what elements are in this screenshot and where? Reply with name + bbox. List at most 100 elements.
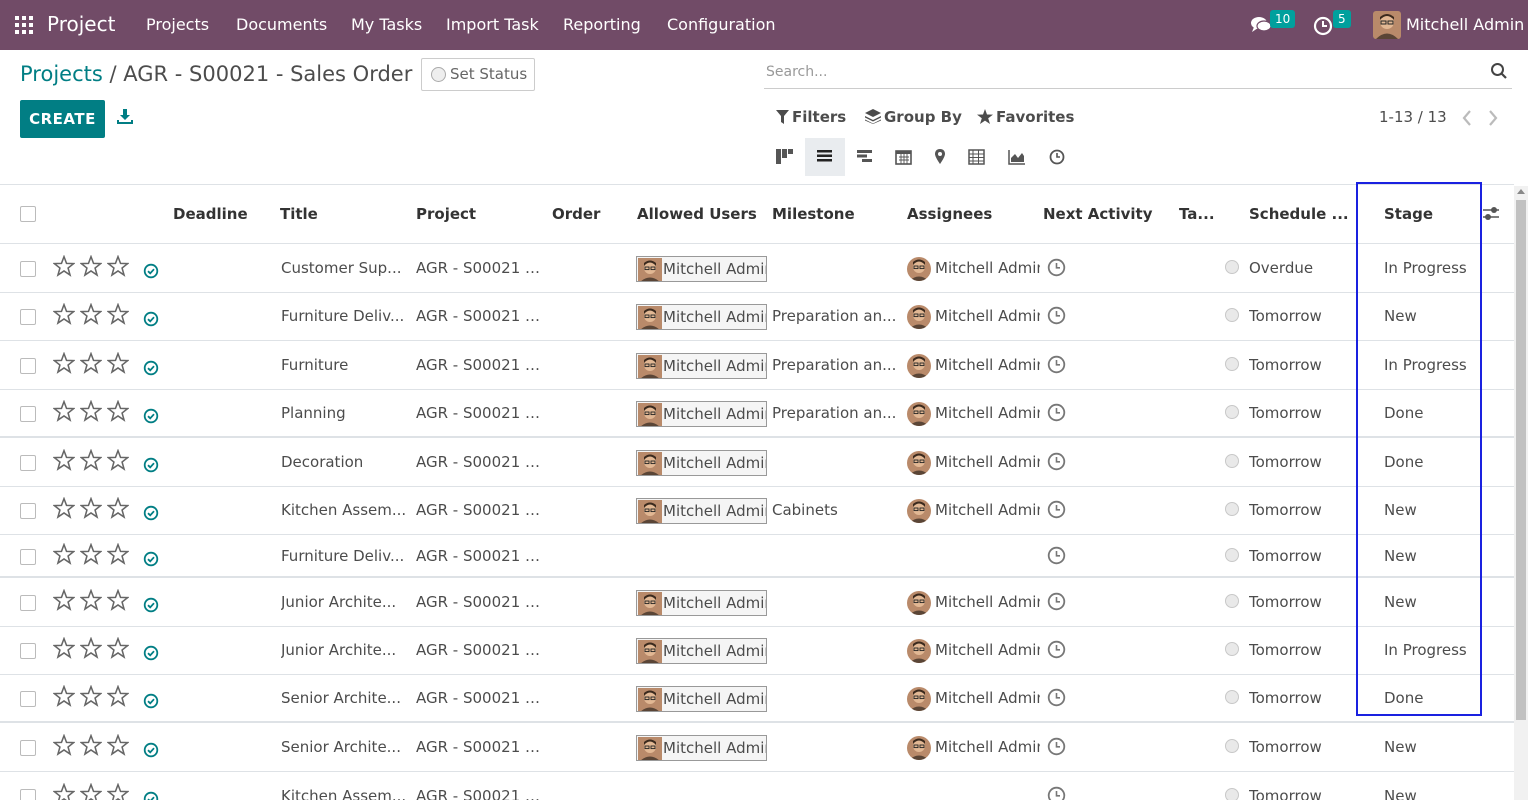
- row-checkbox[interactable]: [20, 503, 36, 519]
- priority-stars[interactable]: [53, 783, 133, 800]
- activity-clock-icon[interactable]: [1047, 546, 1066, 565]
- pager-value[interactable]: 1-13 / 13: [1379, 108, 1447, 126]
- priority-stars[interactable]: [53, 543, 133, 565]
- activity-clock-icon[interactable]: [1047, 786, 1066, 800]
- assignee[interactable]: Mitchell Admin: [907, 304, 1040, 330]
- view-gantt-button[interactable]: [845, 138, 885, 176]
- assignee[interactable]: Mitchell Admin: [907, 450, 1040, 476]
- priority-stars[interactable]: [53, 637, 133, 659]
- search-icon[interactable]: [1490, 62, 1508, 80]
- allowed-user-tag[interactable]: Mitchell Admin: [636, 498, 767, 524]
- priority-stars[interactable]: [53, 303, 133, 325]
- column-stage[interactable]: Stage: [1384, 205, 1433, 223]
- column-tags[interactable]: Ta...: [1179, 205, 1215, 223]
- pager-next-icon[interactable]: [1486, 109, 1500, 127]
- priority-star-icon[interactable]: [107, 637, 129, 659]
- activity-clock-icon[interactable]: [1047, 258, 1066, 277]
- row-checkbox[interactable]: [20, 455, 36, 471]
- priority-stars[interactable]: [53, 449, 133, 471]
- scroll-up-icon[interactable]: [1517, 189, 1525, 194]
- allowed-user-tag[interactable]: Mitchell Admin: [636, 590, 767, 616]
- allowed-user-tag[interactable]: Mitchell Admin: [636, 686, 767, 712]
- menu-reporting[interactable]: Reporting: [563, 15, 641, 34]
- user-avatar[interactable]: [1373, 11, 1401, 39]
- priority-star-icon[interactable]: [107, 400, 129, 422]
- download-icon[interactable]: [116, 108, 134, 126]
- allowed-user-tag[interactable]: Mitchell Admin: [636, 304, 767, 330]
- view-list-button[interactable]: [805, 138, 845, 176]
- view-activity-button[interactable]: [1038, 138, 1078, 176]
- assignee[interactable]: Mitchell Admin: [907, 498, 1040, 524]
- view-pivot-button[interactable]: [957, 138, 997, 176]
- priority-star-icon[interactable]: [107, 497, 129, 519]
- messages-icon[interactable]: [1250, 14, 1272, 36]
- kanban-state-icon[interactable]: [143, 311, 159, 327]
- vertical-scrollbar[interactable]: [1514, 186, 1528, 800]
- table-row[interactable]: Planning AGR - S00021 -... Mitchell Admin P…: [0, 390, 1514, 438]
- kanban-state-icon[interactable]: [143, 597, 159, 613]
- priority-stars[interactable]: [53, 255, 133, 277]
- assignee[interactable]: Mitchell Admin: [907, 401, 1040, 427]
- view-calendar-button[interactable]: [884, 138, 924, 176]
- priority-star-icon[interactable]: [53, 685, 75, 707]
- table-row[interactable]: Furniture Deliv... AGR - S00021 -... Tomor…: [0, 535, 1514, 578]
- priority-star-icon[interactable]: [53, 497, 75, 519]
- priority-star-icon[interactable]: [107, 589, 129, 611]
- view-map-button[interactable]: [920, 138, 960, 176]
- view-graph-button[interactable]: [997, 138, 1037, 176]
- allowed-user-tag[interactable]: Mitchell Admin: [636, 256, 767, 282]
- activity-clock-icon[interactable]: [1047, 737, 1066, 756]
- priority-stars[interactable]: [53, 352, 133, 374]
- menu-documents[interactable]: Documents: [236, 15, 327, 34]
- table-row[interactable]: Kitchen Assem... AGR - S00021 -... Tomorro…: [0, 772, 1514, 800]
- table-row[interactable]: Decoration AGR - S00021 -... Mitchell Admi…: [0, 438, 1514, 487]
- assignee[interactable]: Mitchell Admin: [907, 590, 1040, 616]
- row-checkbox[interactable]: [20, 406, 36, 422]
- row-checkbox[interactable]: [20, 309, 36, 325]
- activities-clock-icon[interactable]: [1313, 14, 1335, 36]
- view-kanban-button[interactable]: [765, 138, 805, 176]
- allowed-user-tag[interactable]: Mitchell Admin: [636, 735, 767, 761]
- priority-star-icon[interactable]: [53, 734, 75, 756]
- priority-star-icon[interactable]: [80, 497, 102, 519]
- priority-star-icon[interactable]: [80, 685, 102, 707]
- apps-menu-icon[interactable]: [15, 16, 33, 34]
- kanban-state-icon[interactable]: [143, 457, 159, 473]
- priority-star-icon[interactable]: [53, 783, 75, 800]
- column-deadline[interactable]: Deadline: [173, 205, 248, 223]
- priority-star-icon[interactable]: [80, 543, 102, 565]
- priority-star-icon[interactable]: [80, 589, 102, 611]
- kanban-state-icon[interactable]: [143, 408, 159, 424]
- activity-clock-icon[interactable]: [1047, 403, 1066, 422]
- allowed-user-tag[interactable]: Mitchell Admin: [636, 353, 767, 379]
- row-checkbox[interactable]: [20, 691, 36, 707]
- row-checkbox[interactable]: [20, 595, 36, 611]
- priority-star-icon[interactable]: [53, 449, 75, 471]
- allowed-user-tag[interactable]: Mitchell Admin: [636, 401, 767, 427]
- favorites-button[interactable]: Favorites: [977, 108, 1074, 126]
- activity-clock-icon[interactable]: [1047, 452, 1066, 471]
- priority-stars[interactable]: [53, 589, 133, 611]
- table-row[interactable]: Kitchen Assem... AGR - S00021 -... Mitchel…: [0, 487, 1514, 535]
- assignee[interactable]: Mitchell Admin: [907, 256, 1040, 282]
- priority-star-icon[interactable]: [107, 303, 129, 325]
- priority-star-icon[interactable]: [53, 637, 75, 659]
- priority-stars[interactable]: [53, 685, 133, 707]
- select-all-checkbox[interactable]: [20, 206, 36, 222]
- kanban-state-icon[interactable]: [143, 360, 159, 376]
- column-next-activity[interactable]: Next Activity: [1043, 205, 1152, 223]
- column-allowed-users[interactable]: Allowed Users: [637, 205, 757, 223]
- table-row[interactable]: Furniture AGR - S00021 -... Mitchell Admin…: [0, 341, 1514, 390]
- kanban-state-icon[interactable]: [143, 693, 159, 709]
- assignee[interactable]: Mitchell Admin: [907, 735, 1040, 761]
- row-checkbox[interactable]: [20, 261, 36, 277]
- priority-star-icon[interactable]: [80, 303, 102, 325]
- priority-star-icon[interactable]: [107, 543, 129, 565]
- scrollbar-thumb[interactable]: [1516, 200, 1526, 720]
- priority-star-icon[interactable]: [80, 400, 102, 422]
- activity-clock-icon[interactable]: [1047, 592, 1066, 611]
- pager-previous-icon[interactable]: [1460, 109, 1474, 127]
- priority-star-icon[interactable]: [80, 449, 102, 471]
- table-row[interactable]: Senior Archite... AGR - S00021 -... Mitche…: [0, 723, 1514, 772]
- priority-star-icon[interactable]: [53, 255, 75, 277]
